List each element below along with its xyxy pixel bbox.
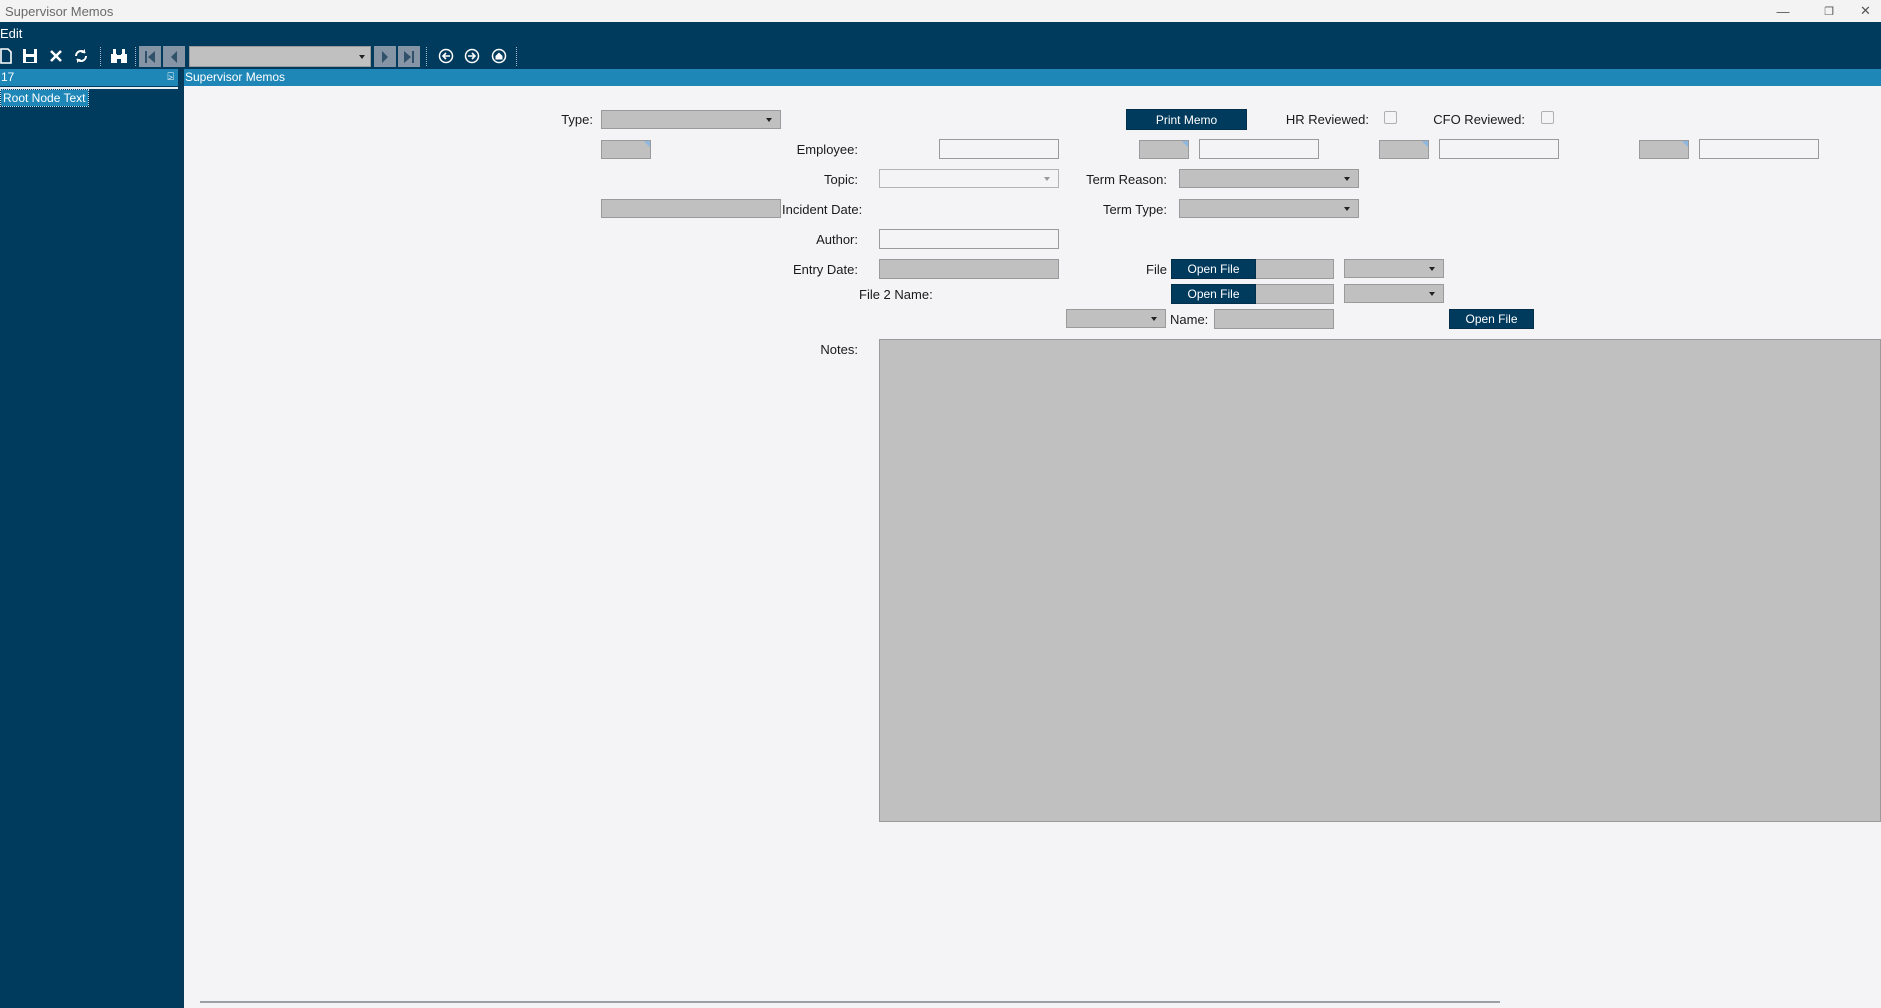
- minimize-button[interactable]: —: [1760, 0, 1806, 22]
- toolbar-separator: [100, 47, 101, 66]
- next-record-icon[interactable]: [374, 46, 396, 67]
- chevron-down-icon: [1429, 267, 1435, 271]
- topic-label: Topic:: [824, 172, 858, 187]
- toolbar-separator: [135, 47, 136, 66]
- previous-record-icon[interactable]: [163, 46, 185, 67]
- horizontal-scrollbar[interactable]: [200, 1001, 1500, 1003]
- file2-name-label: File 2 Name:: [859, 287, 933, 302]
- file3-name-field[interactable]: [1214, 309, 1334, 329]
- first-record-icon[interactable]: [139, 46, 161, 67]
- toolbar: [0, 43, 1881, 69]
- file2-type-combo[interactable]: [1344, 284, 1444, 303]
- save-icon[interactable]: [21, 47, 39, 65]
- text-field-2[interactable]: [1439, 139, 1559, 159]
- chevron-down-icon: [1344, 177, 1350, 181]
- code-field-1[interactable]: [1139, 140, 1189, 159]
- field-notch: [644, 141, 650, 147]
- tree-pane-header: 17 ⍄: [0, 69, 178, 86]
- chevron-down-icon: [1151, 317, 1157, 321]
- pin-icon[interactable]: ⍄: [167, 69, 174, 86]
- name-label: Name:: [1170, 312, 1209, 327]
- author-label: Author:: [816, 232, 858, 247]
- main-panel-header: Supervisor Memos: [184, 69, 1881, 86]
- field-notch: [1422, 141, 1428, 147]
- term-type-label: Term Type:: [1102, 202, 1167, 217]
- hr-reviewed-label: HR Reviewed:: [1285, 112, 1369, 127]
- toolbar-separator: [426, 47, 427, 66]
- last-record-icon[interactable]: [398, 46, 420, 67]
- employee-field[interactable]: [939, 139, 1059, 159]
- topic-combo[interactable]: [879, 169, 1059, 188]
- text-field-1[interactable]: [1199, 139, 1319, 159]
- tree-pane-divider: [0, 87, 178, 89]
- menu-bar: Edit: [0, 22, 1881, 43]
- close-button[interactable]: ✕: [1850, 0, 1881, 22]
- term-type-combo[interactable]: [1179, 199, 1359, 218]
- title-bar: Supervisor Memos — ❐ ✕: [0, 0, 1881, 22]
- entry-date-label: Entry Date:: [792, 262, 858, 277]
- forward-icon[interactable]: [463, 47, 481, 65]
- term-reason-label: Term Reason:: [1086, 172, 1167, 187]
- notes-textarea[interactable]: [879, 339, 1881, 822]
- record-selector-combo[interactable]: [189, 46, 371, 67]
- notes-label: Notes:: [820, 342, 858, 357]
- cfo-reviewed-checkbox[interactable]: [1541, 111, 1554, 124]
- employee-id-field[interactable]: [601, 140, 651, 159]
- code-field-3[interactable]: [1639, 140, 1689, 159]
- chevron-down-icon: [1344, 207, 1350, 211]
- print-memo-button[interactable]: Print Memo: [1126, 109, 1247, 130]
- field-notch: [1182, 141, 1188, 147]
- chevron-down-icon: [1044, 177, 1050, 181]
- tree-pane: 17 ⍄ Root Node Text: [0, 69, 180, 1008]
- open-file-2-button[interactable]: Open File: [1171, 284, 1256, 304]
- chevron-down-icon: [1429, 292, 1435, 296]
- toolbar-separator: [516, 47, 517, 66]
- menu-edit[interactable]: Edit: [0, 26, 22, 41]
- open-file-3-button[interactable]: Open File: [1449, 309, 1534, 329]
- text-field-3[interactable]: [1699, 139, 1819, 159]
- field-notch: [1682, 141, 1688, 147]
- file-type-combo[interactable]: [1344, 259, 1444, 278]
- incident-date-field[interactable]: [601, 199, 781, 218]
- incident-date-label: Incident Date:: [782, 202, 863, 217]
- type-combo[interactable]: [601, 110, 781, 129]
- entry-date-field[interactable]: [879, 259, 1059, 279]
- open-file-button[interactable]: Open File: [1171, 259, 1256, 279]
- employee-label: Employee:: [796, 142, 858, 157]
- restore-button[interactable]: ❐: [1806, 0, 1852, 22]
- back-icon[interactable]: [437, 47, 455, 65]
- author-field[interactable]: [879, 229, 1059, 249]
- tree-pane-title: 17: [1, 70, 15, 84]
- delete-icon[interactable]: [47, 47, 65, 65]
- type-label: Type:: [561, 112, 593, 127]
- chevron-down-icon: [766, 118, 772, 122]
- window-title: Supervisor Memos: [5, 4, 114, 19]
- file-label: File: [1146, 262, 1167, 277]
- refresh-icon[interactable]: [72, 47, 90, 65]
- hr-reviewed-checkbox[interactable]: [1384, 111, 1397, 124]
- code-field-2[interactable]: [1379, 140, 1429, 159]
- tree-root-node[interactable]: Root Node Text: [0, 89, 89, 107]
- chevron-down-icon: [359, 55, 365, 59]
- binoculars-find-icon[interactable]: [109, 47, 129, 65]
- file3-type-combo[interactable]: [1066, 309, 1166, 328]
- home-icon[interactable]: [490, 47, 508, 65]
- term-reason-combo[interactable]: [1179, 169, 1359, 188]
- cfo-reviewed-label: CFO Reviewed:: [1433, 112, 1525, 127]
- new-document-icon[interactable]: [0, 47, 12, 65]
